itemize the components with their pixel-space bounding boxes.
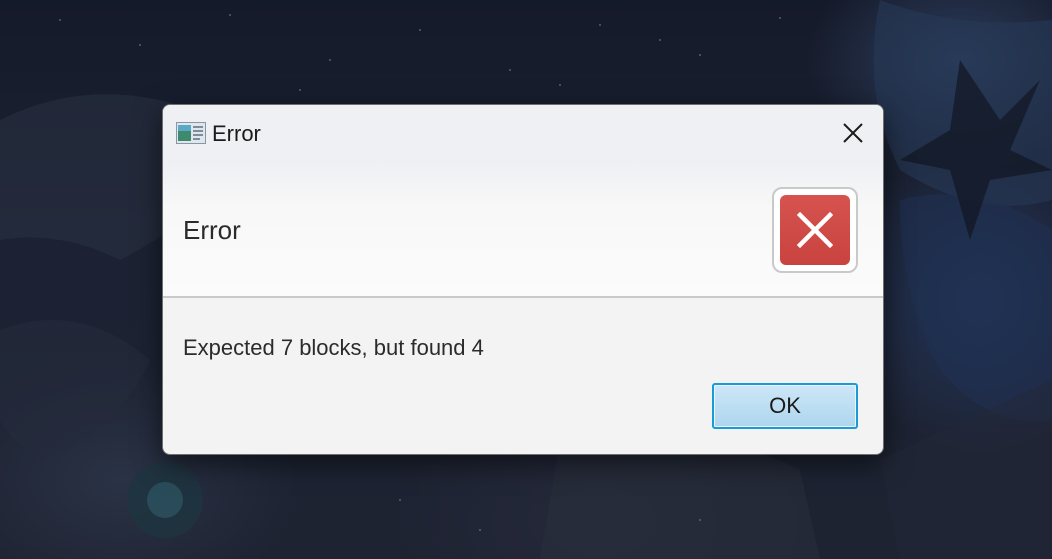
close-icon — [843, 123, 863, 143]
error-icon-frame — [772, 187, 858, 273]
error-x-icon — [780, 195, 850, 265]
ok-button[interactable]: OK — [712, 383, 858, 429]
dialog-title: Error — [212, 121, 261, 146]
error-dialog: Error Error Expected 7 blocks, but found… — [162, 104, 884, 455]
dialog-header: Error — [163, 163, 883, 298]
error-message: Expected 7 blocks, but found 4 — [183, 335, 484, 360]
application-window-icon — [176, 122, 206, 144]
close-button[interactable] — [831, 113, 875, 153]
x-mark-icon — [796, 211, 834, 249]
title-bar[interactable]: Error — [163, 105, 883, 163]
header-text: Error — [183, 215, 241, 245]
